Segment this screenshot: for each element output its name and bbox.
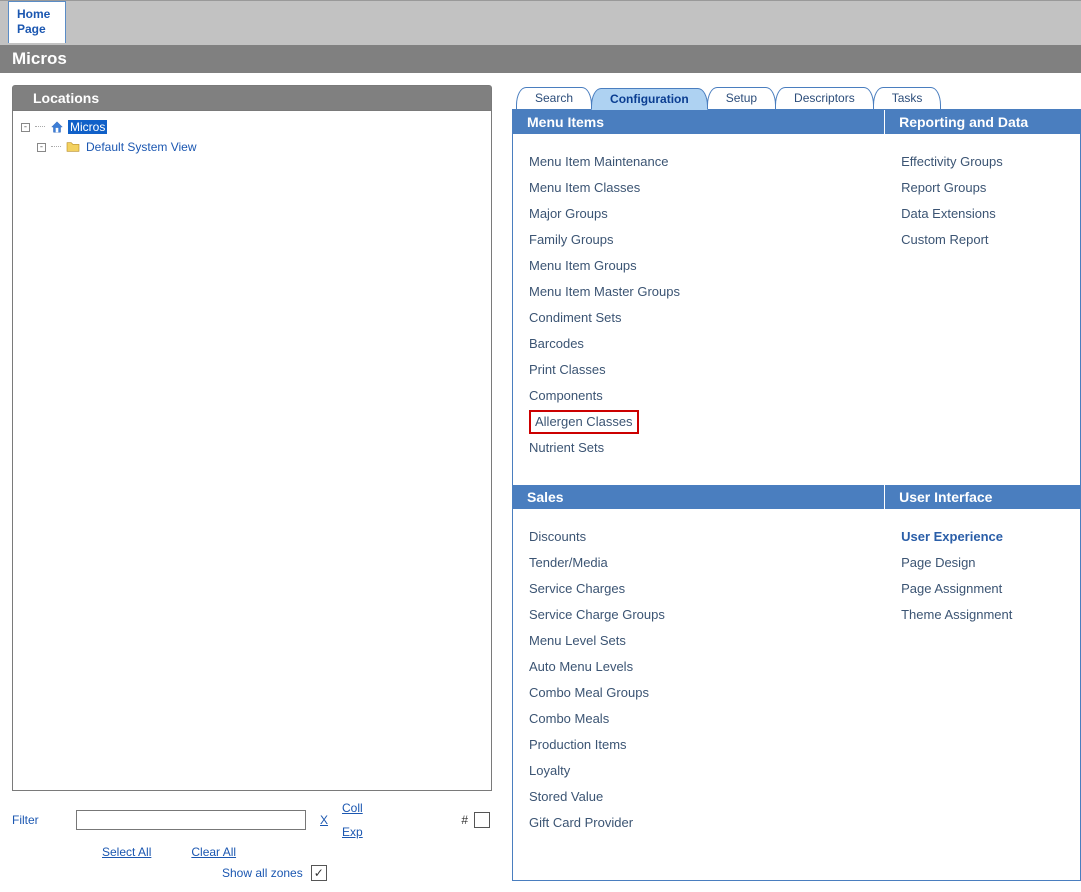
config-link[interactable]: Combo Meals: [529, 706, 869, 732]
title-text: Micros: [12, 49, 67, 69]
config-link[interactable]: Gift Card Provider: [529, 810, 869, 836]
section-sales: Sales DiscountsTender/MediaService Charg…: [513, 485, 885, 860]
collapse-link[interactable]: Coll: [342, 801, 363, 815]
tree-root-row[interactable]: - Micros: [21, 117, 485, 137]
section-row-2: Sales DiscountsTender/MediaService Charg…: [513, 485, 1080, 860]
tab-descriptors[interactable]: Descriptors: [775, 87, 874, 109]
tab-tasks[interactable]: Tasks: [873, 87, 942, 109]
title-bar: Micros: [0, 45, 1081, 73]
home-page-tab[interactable]: HomePage: [8, 1, 66, 43]
config-link[interactable]: Theme Assignment: [901, 602, 1064, 628]
clear-all-link[interactable]: Clear All: [191, 845, 236, 859]
config-link[interactable]: User Experience: [901, 524, 1064, 550]
config-link[interactable]: Components: [529, 383, 869, 409]
expand-link[interactable]: Exp: [342, 825, 363, 839]
config-link[interactable]: Service Charge Groups: [529, 602, 869, 628]
tree-connector: [35, 126, 45, 128]
menu-items-header: Menu Items: [513, 110, 885, 135]
config-link[interactable]: Data Extensions: [901, 201, 1064, 227]
tab-configuration[interactable]: Configuration: [591, 88, 708, 110]
sales-list: DiscountsTender/MediaService ChargesServ…: [513, 510, 885, 860]
app-window: HomePage Micros Locations - Micros: [0, 0, 1081, 892]
tab-setup[interactable]: Setup: [707, 87, 776, 109]
section-reporting: Reporting and Data Effectivity GroupsRep…: [885, 110, 1080, 485]
hash-check-group: #: [461, 812, 490, 828]
ui-header: User Interface: [885, 485, 1080, 510]
expander-icon[interactable]: -: [21, 123, 30, 132]
config-link[interactable]: Service Charges: [529, 576, 869, 602]
config-link[interactable]: Menu Item Master Groups: [529, 279, 869, 305]
config-link[interactable]: Menu Item Maintenance: [529, 149, 869, 175]
folder-icon: [66, 141, 80, 153]
tree-child-row[interactable]: - Default System View: [37, 137, 485, 157]
select-all-link[interactable]: Select All: [102, 845, 151, 859]
ui-list: User ExperiencePage DesignPage Assignmen…: [885, 510, 1080, 652]
expander-icon[interactable]: -: [37, 143, 46, 152]
config-link[interactable]: Discounts: [529, 524, 869, 550]
config-link[interactable]: Family Groups: [529, 227, 869, 253]
tab-search[interactable]: Search: [516, 87, 592, 109]
filter-bar: Filter X Coll Exp # Select All Clear All: [12, 791, 492, 881]
config-link[interactable]: Menu Item Groups: [529, 253, 869, 279]
config-link[interactable]: Stored Value: [529, 784, 869, 810]
hash-checkbox[interactable]: [474, 812, 490, 828]
config-link[interactable]: Menu Item Classes: [529, 175, 869, 201]
config-link[interactable]: Report Groups: [901, 175, 1064, 201]
config-link[interactable]: Page Assignment: [901, 576, 1064, 602]
section-row-1: Menu Items Menu Item MaintenanceMenu Ite…: [513, 110, 1080, 485]
show-all-zones-label: Show all zones: [222, 866, 303, 880]
hash-label: #: [461, 813, 468, 827]
config-link[interactable]: Print Classes: [529, 357, 869, 383]
right-column: Search Configuration Setup Descriptors T…: [512, 85, 1081, 881]
config-link[interactable]: Custom Report: [901, 227, 1064, 253]
filter-label: Filter: [12, 813, 62, 827]
section-ui: User Interface User ExperiencePage Desig…: [885, 485, 1080, 860]
reporting-list: Effectivity GroupsReport GroupsData Exte…: [885, 135, 1080, 277]
config-link[interactable]: Loyalty: [529, 758, 869, 784]
tree-root-label[interactable]: Micros: [68, 120, 107, 134]
config-link[interactable]: Nutrient Sets: [529, 435, 869, 461]
section-menu-items: Menu Items Menu Item MaintenanceMenu Ite…: [513, 110, 885, 485]
locations-header: Locations: [12, 85, 492, 111]
configuration-body: Menu Items Menu Item MaintenanceMenu Ite…: [512, 109, 1081, 881]
clear-filter-x[interactable]: X: [320, 813, 328, 827]
config-link[interactable]: Combo Meal Groups: [529, 680, 869, 706]
config-link[interactable]: Allergen Classes: [529, 409, 869, 435]
show-all-zones-checkbox[interactable]: ✓: [311, 865, 327, 881]
tree-panel[interactable]: - Micros -: [12, 111, 492, 791]
window-tab-strip: HomePage: [0, 0, 1081, 45]
config-link[interactable]: Production Items: [529, 732, 869, 758]
config-link[interactable]: Barcodes: [529, 331, 869, 357]
house-icon: [50, 120, 64, 134]
menu-items-list: Menu Item MaintenanceMenu Item ClassesMa…: [513, 135, 885, 485]
config-link[interactable]: Menu Level Sets: [529, 628, 869, 654]
config-link[interactable]: Tender/Media: [529, 550, 869, 576]
left-column: Locations - Micros: [12, 85, 492, 881]
config-link[interactable]: Auto Menu Levels: [529, 654, 869, 680]
location-tree: - Micros -: [19, 117, 485, 157]
filter-links-row: Select All Clear All: [12, 845, 490, 859]
config-link[interactable]: Condiment Sets: [529, 305, 869, 331]
config-link[interactable]: Effectivity Groups: [901, 149, 1064, 175]
main-content: Locations - Micros: [0, 73, 1081, 881]
filter-row: Filter X Coll Exp #: [12, 801, 490, 839]
tree-connector: [51, 146, 61, 148]
config-link[interactable]: Page Design: [901, 550, 1064, 576]
config-link[interactable]: Major Groups: [529, 201, 869, 227]
coll-exp-group: Coll Exp: [342, 801, 363, 839]
tree-child-label[interactable]: Default System View: [84, 140, 199, 154]
show-zones-row: Show all zones ✓: [12, 865, 490, 881]
reporting-header: Reporting and Data: [885, 110, 1080, 135]
nav-tabs: Search Configuration Setup Descriptors T…: [512, 85, 1081, 109]
filter-input[interactable]: [76, 810, 306, 830]
sales-header: Sales: [513, 485, 885, 510]
